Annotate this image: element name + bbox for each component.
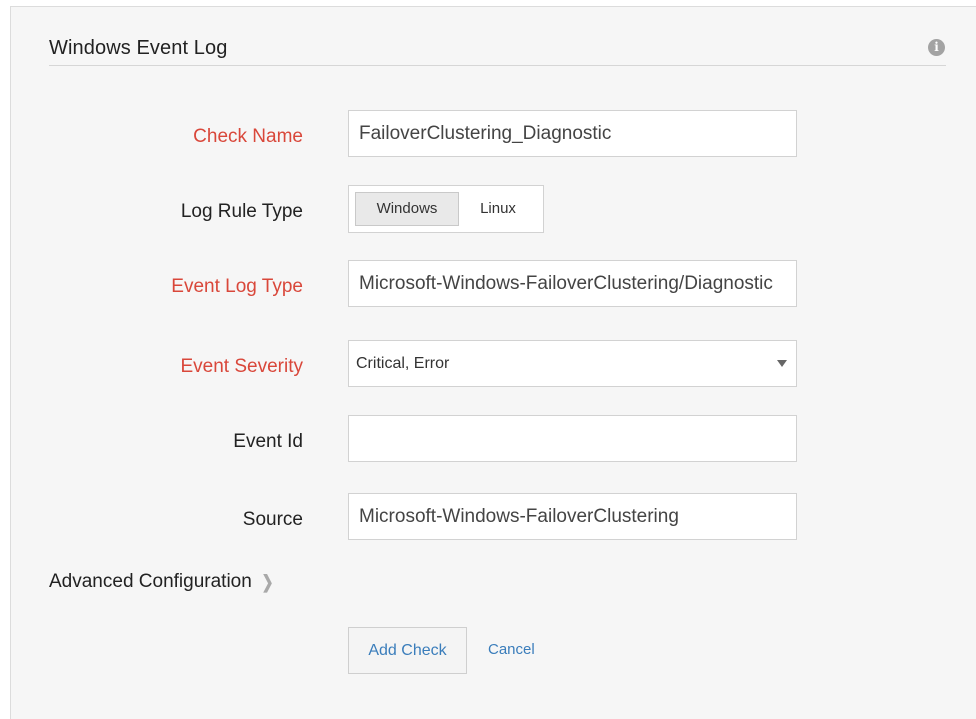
- log-rule-type-windows[interactable]: Windows: [355, 192, 459, 226]
- add-check-button[interactable]: Add Check: [348, 627, 467, 674]
- caret-down-icon: [777, 360, 787, 367]
- log-rule-type-linux[interactable]: Linux: [459, 192, 537, 226]
- windows-event-log-panel: Windows Event Log i Check Name FailoverC…: [10, 6, 976, 719]
- event-severity-select[interactable]: Critical, Error: [348, 340, 797, 387]
- event-severity-value: Critical, Error: [356, 355, 450, 372]
- source-label: Source: [242, 509, 303, 530]
- event-log-type-input[interactable]: Microsoft-Windows-FailoverClustering/Dia…: [348, 260, 797, 307]
- info-icon[interactable]: i: [928, 39, 945, 56]
- event-log-type-label: Event Log Type: [171, 276, 303, 297]
- event-id-label: Event Id: [233, 431, 303, 452]
- check-name-label: Check Name: [193, 126, 303, 147]
- advanced-configuration-toggle[interactable]: Advanced Configuration ❯: [49, 571, 275, 593]
- cancel-link[interactable]: Cancel: [488, 641, 535, 658]
- event-id-input[interactable]: [348, 415, 797, 462]
- check-name-input[interactable]: FailoverClustering_Diagnostic: [348, 110, 797, 157]
- source-input[interactable]: Microsoft-Windows-FailoverClustering: [348, 493, 797, 540]
- log-rule-type-toggle: Windows Linux: [348, 185, 544, 233]
- title-divider: [49, 65, 946, 66]
- panel-title: Windows Event Log: [49, 37, 228, 59]
- advanced-configuration-label: Advanced Configuration: [49, 571, 252, 592]
- chevron-right-icon: ❯: [261, 571, 274, 592]
- event-severity-label: Event Severity: [180, 356, 304, 377]
- log-rule-type-label: Log Rule Type: [180, 201, 303, 222]
